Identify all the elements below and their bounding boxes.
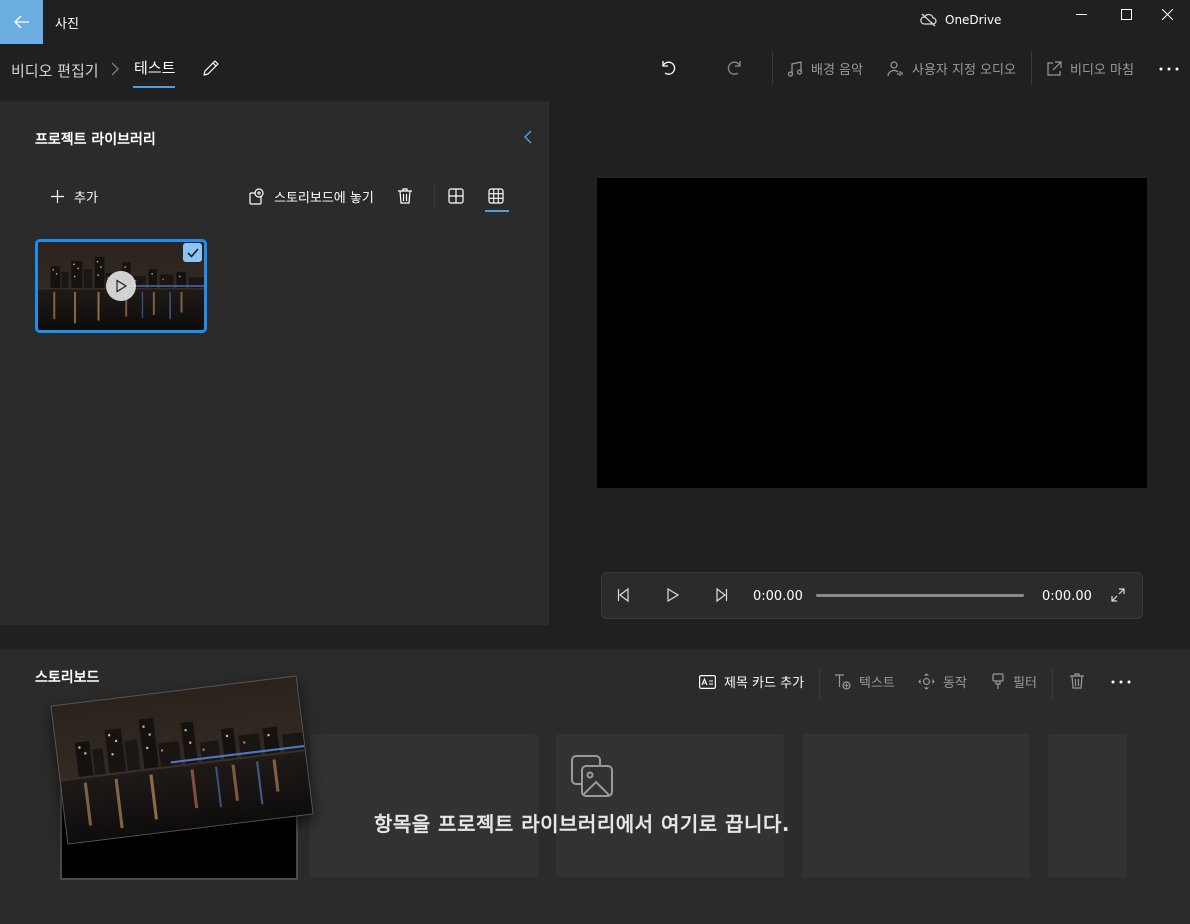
background-music-button[interactable]: 배경 음악 <box>786 59 863 78</box>
play-button[interactable] <box>665 587 681 603</box>
delete-library-button[interactable] <box>397 187 413 205</box>
text-button[interactable]: 텍스트 <box>834 672 895 691</box>
library-title: 프로젝트 라이브러리 <box>35 132 156 148</box>
add-button[interactable]: 추가 <box>51 187 98 206</box>
person-audio-icon <box>887 60 903 76</box>
cloud-off-icon <box>920 13 937 27</box>
grid-small-icon <box>488 188 504 204</box>
small-view-button[interactable] <box>488 188 504 204</box>
chevron-right-icon <box>111 62 119 76</box>
collapse-library-button[interactable] <box>522 129 534 145</box>
grid-large-icon <box>448 188 464 204</box>
storyboard-divider <box>1052 668 1053 700</box>
step-forward-icon <box>716 587 728 603</box>
music-note-icon <box>787 60 803 77</box>
play-icon <box>667 587 680 603</box>
title-card-icon <box>699 674 716 689</box>
motion-button[interactable]: 동작 <box>918 672 967 691</box>
checkmark-icon <box>186 247 199 258</box>
plus-icon <box>51 190 64 203</box>
project-library-panel <box>0 101 549 625</box>
minimize-button[interactable] <box>1058 0 1104 28</box>
storyboard-title: 스토리보드 <box>35 670 100 686</box>
add-label: 추가 <box>74 191 98 206</box>
place-in-storyboard-button[interactable]: 스토리보드에 놓기 <box>248 187 374 206</box>
storyboard-add-icon <box>249 187 264 205</box>
breadcrumb-underline <box>133 86 175 88</box>
more-icon <box>1111 680 1131 684</box>
finish-video-button[interactable]: 비디오 마침 <box>1045 59 1134 78</box>
chevron-left-icon <box>524 130 532 144</box>
storyboard-slot[interactable] <box>1048 734 1127 878</box>
undo-icon <box>662 61 676 75</box>
add-title-card-label: 제목 카드 추가 <box>724 676 805 691</box>
trash-icon <box>1070 673 1084 689</box>
custom-audio-label: 사용자 지정 오디오 <box>912 63 1016 78</box>
total-time: 0:00.00 <box>1042 589 1092 604</box>
selected-checkbox[interactable] <box>183 243 202 262</box>
brush-icon <box>992 673 1004 689</box>
share-icon <box>1047 60 1062 76</box>
photo-stack-icon <box>570 754 614 798</box>
large-view-button[interactable] <box>448 188 464 204</box>
next-frame-button[interactable] <box>713 587 729 603</box>
thumbnail-play-button[interactable] <box>106 271 136 301</box>
pencil-icon <box>203 60 219 76</box>
place-in-storyboard-label: 스토리보드에 놓기 <box>274 191 374 206</box>
text-label: 텍스트 <box>859 676 895 691</box>
toolbar-divider <box>772 52 773 84</box>
step-back-icon <box>617 587 629 603</box>
toolbar-divider <box>1031 52 1032 84</box>
previous-frame-button[interactable] <box>616 587 632 603</box>
close-icon <box>1161 8 1173 20</box>
undo-button[interactable] <box>658 58 678 78</box>
minimize-icon <box>1075 13 1087 15</box>
more-options-button[interactable] <box>1158 66 1180 72</box>
library-toolbar-divider <box>434 182 435 210</box>
motion-icon <box>918 673 935 690</box>
trash-icon <box>398 188 412 204</box>
onedrive-label: OneDrive <box>945 13 1002 27</box>
drop-hint: 항목을 프로젝트 라이브러리에서 여기로 끕니다. <box>374 812 790 836</box>
filter-label: 필터 <box>1013 676 1037 691</box>
arrow-left-icon <box>13 15 29 29</box>
storyboard-more-button[interactable] <box>1110 679 1132 685</box>
more-icon <box>1159 67 1179 71</box>
video-preview <box>597 178 1147 488</box>
expand-icon <box>1111 588 1125 602</box>
maximize-icon <box>1120 8 1132 20</box>
onedrive-button[interactable]: OneDrive <box>920 13 1001 27</box>
background-music-label: 배경 음악 <box>811 63 863 78</box>
filter-button[interactable]: 필터 <box>991 672 1037 691</box>
seek-bar[interactable] <box>816 594 1024 597</box>
close-button[interactable] <box>1144 0 1190 28</box>
add-title-card-button[interactable]: 제목 카드 추가 <box>699 672 804 691</box>
redo-button[interactable] <box>725 58 745 78</box>
text-add-icon <box>835 674 851 690</box>
view-selected-indicator <box>485 210 509 212</box>
breadcrumb-video-editor[interactable]: 비디오 편집기 <box>11 60 99 81</box>
motion-label: 동작 <box>943 676 967 691</box>
storyboard-slot[interactable] <box>802 734 1030 878</box>
app-title: 사진 <box>55 17 79 32</box>
storyboard-divider <box>819 668 820 700</box>
back-button[interactable] <box>0 0 43 44</box>
fullscreen-button[interactable] <box>1110 587 1126 603</box>
redo-icon <box>727 61 741 75</box>
custom-audio-button[interactable]: 사용자 지정 오디오 <box>887 59 1016 78</box>
breadcrumb-current: 테스트 <box>134 59 176 77</box>
play-icon <box>116 279 128 293</box>
storyboard-slot[interactable] <box>310 734 538 878</box>
maximize-button[interactable] <box>1103 0 1149 28</box>
current-time: 0:00.00 <box>753 589 803 604</box>
rename-button[interactable] <box>201 58 221 78</box>
delete-storyboard-button[interactable] <box>1069 672 1085 690</box>
finish-video-label: 비디오 마침 <box>1070 63 1134 78</box>
dragged-media-card[interactable] <box>50 675 314 845</box>
